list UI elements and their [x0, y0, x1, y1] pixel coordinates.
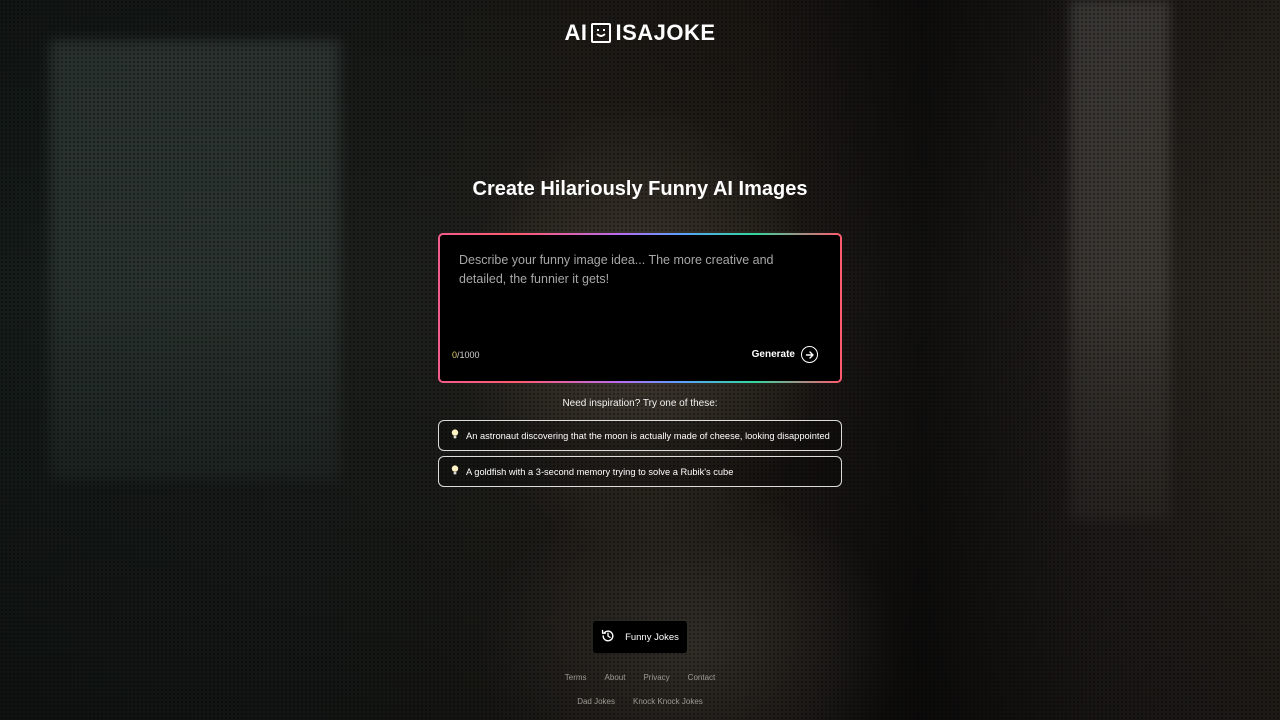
footer-link-privacy[interactable]: Privacy	[643, 673, 669, 682]
footer-link-about[interactable]: About	[605, 673, 626, 682]
footer-link-dad-jokes[interactable]: Dad Jokes	[577, 697, 615, 706]
suggestion-item[interactable]: An astronaut discovering that the moon i…	[438, 420, 842, 451]
footer-link-terms[interactable]: Terms	[565, 673, 587, 682]
prompt-card: 0/1000 Generate	[438, 233, 842, 383]
lightbulb-icon	[451, 465, 459, 478]
counter-max: /1000	[457, 350, 480, 360]
smiley-face-icon	[591, 23, 612, 43]
footer-links-secondary: Dad Jokes Knock Knock Jokes	[0, 697, 1280, 706]
funny-jokes-label: Funny Jokes	[625, 631, 679, 643]
site-logo[interactable]: AI ISAJOKE	[0, 20, 1280, 46]
character-counter: 0/1000	[452, 350, 480, 360]
footer-link-knock-knock-jokes[interactable]: Knock Knock Jokes	[633, 697, 703, 706]
logo-text-right: ISAJOKE	[615, 20, 716, 45]
suggestion-text: An astronaut discovering that the moon i…	[466, 430, 830, 441]
prompt-input[interactable]	[459, 251, 819, 341]
generate-button[interactable]: Generate	[752, 346, 818, 363]
logo-text-left: AI	[564, 20, 588, 45]
footer-link-contact[interactable]: Contact	[688, 673, 716, 682]
suggestion-text: A goldfish with a 3-second memory trying…	[466, 466, 734, 477]
footer-links-primary: Terms About Privacy Contact	[0, 673, 1280, 682]
arrow-right-circle-icon	[801, 346, 818, 363]
suggestion-item[interactable]: A goldfish with a 3-second memory trying…	[438, 456, 842, 487]
history-icon	[601, 629, 615, 646]
prompt-box: 0/1000 Generate	[440, 235, 840, 381]
lightbulb-icon	[451, 429, 459, 442]
page-title: Create Hilariously Funny AI Images	[472, 178, 808, 200]
funny-jokes-button[interactable]: Funny Jokes	[593, 621, 687, 653]
inspiration-label: Need inspiration? Try one of these:	[562, 398, 718, 409]
generate-label: Generate	[751, 349, 795, 360]
